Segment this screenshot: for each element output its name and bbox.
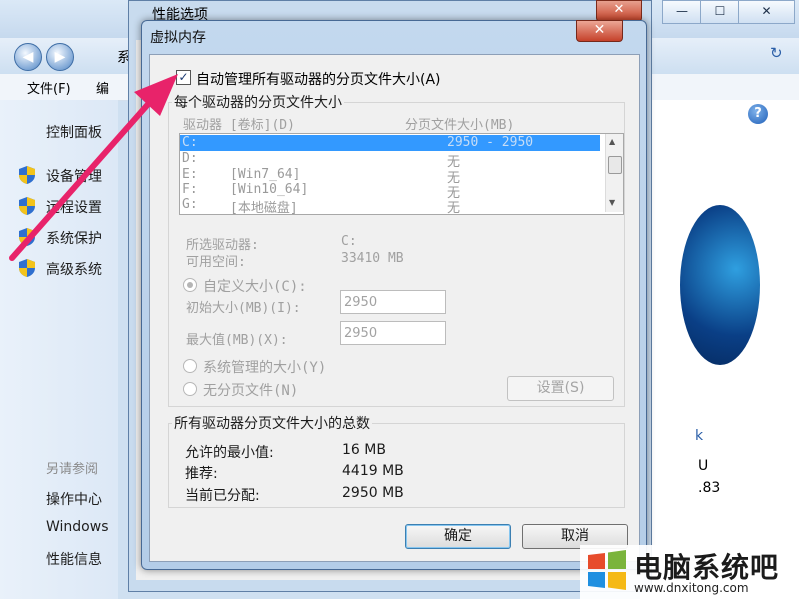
free-space-value: 33410 MB xyxy=(341,251,404,266)
sidebar-link-windows[interactable]: Windows xyxy=(46,519,109,535)
custom-size-label[interactable]: 自定义大小(C): xyxy=(203,276,307,296)
auto-manage-checkbox[interactable]: ✓ xyxy=(176,70,191,85)
explorer-close-button[interactable]: ✕ xyxy=(738,0,795,24)
sidebar-home[interactable]: 控制面板 xyxy=(46,122,102,142)
sidebar-item-remote[interactable]: 远程设置 xyxy=(46,197,102,217)
drive-label: [本地磁盘] xyxy=(230,201,298,216)
min-allowed-label: 允许的最小值: xyxy=(185,445,274,461)
watermark-logo-icon xyxy=(588,550,626,590)
sidebar-link-action-center[interactable]: 操作中心 xyxy=(46,489,102,509)
content-fragment-1: k xyxy=(695,428,704,444)
perf-close-button[interactable]: ✕ xyxy=(596,0,642,22)
drive-letter: D: xyxy=(182,151,198,166)
scroll-thumb[interactable] xyxy=(608,156,622,174)
sidebar-link-performance[interactable]: 性能信息 xyxy=(46,549,102,569)
system-managed-label[interactable]: 系统管理的大小(Y) xyxy=(203,357,326,377)
min-allowed-value: 16 MB xyxy=(342,442,386,458)
drive-size: 2950 - 2950 xyxy=(447,135,534,150)
no-paging-label[interactable]: 无分页文件(N) xyxy=(203,380,298,400)
drive-column-header: 驱动器 [卷标](D) xyxy=(183,118,295,133)
list-item[interactable]: F: [Win10_64] 无 xyxy=(180,182,600,201)
scroll-up-icon[interactable]: ▲ xyxy=(609,137,615,146)
menu-edit[interactable]: 编 xyxy=(96,78,109,97)
back-button[interactable]: ◀ xyxy=(14,43,42,71)
refresh-icon[interactable]: ↻ xyxy=(770,44,783,62)
ok-button[interactable]: 确定 xyxy=(405,524,511,549)
max-size-field[interactable]: 2950 xyxy=(340,321,446,345)
dialog-close-button[interactable]: ✕ xyxy=(576,20,623,42)
initial-size-label: 初始大小(MB)(I): xyxy=(186,301,301,316)
see-also-heading: 另请参阅 xyxy=(46,462,99,477)
auto-manage-label[interactable]: 自动管理所有驱动器的分页文件大小(A) xyxy=(196,69,441,89)
drive-letter: F: xyxy=(182,182,198,197)
list-item[interactable]: C: 2950 - 2950 xyxy=(180,135,600,151)
free-space-label: 可用空间: xyxy=(186,255,246,270)
no-paging-radio[interactable] xyxy=(183,382,197,396)
drive-label: [Win7_64] xyxy=(230,167,301,182)
recommended-label: 推荐: xyxy=(185,466,218,482)
sidebar-item-device-manager[interactable]: 设备管理 xyxy=(46,166,102,186)
per-drive-group-title: 每个驱动器的分页文件大小 xyxy=(172,92,344,112)
drive-letter: E: xyxy=(182,167,198,182)
shield-icon xyxy=(19,228,35,246)
set-button[interactable]: 设置(S) xyxy=(507,376,614,401)
max-size-label: 最大值(MB)(X): xyxy=(186,333,288,348)
content-fragment-3: .83 xyxy=(698,480,721,496)
drive-letter: G: xyxy=(182,197,198,212)
shield-icon xyxy=(19,166,35,184)
totals-group-title: 所有驱动器分页文件大小的总数 xyxy=(172,413,372,433)
watermark-url: www.dnxitong.com xyxy=(634,581,749,595)
dialog-title: 虚拟内存 xyxy=(150,30,206,46)
list-item[interactable]: G: [本地磁盘] 无 xyxy=(180,197,600,216)
scroll-down-icon[interactable]: ▼ xyxy=(609,198,615,207)
custom-size-radio[interactable] xyxy=(183,278,197,292)
drive-size: 无 xyxy=(447,201,461,216)
list-item[interactable]: D: 无 xyxy=(180,151,600,170)
system-managed-radio[interactable] xyxy=(183,359,197,373)
sidebar-item-advanced[interactable]: 高级系统 xyxy=(46,259,102,279)
shield-icon xyxy=(19,259,35,277)
selected-drive-value: C: xyxy=(341,234,357,249)
initial-size-field[interactable]: 2950 xyxy=(340,290,446,314)
drive-list[interactable]: C: 2950 - 2950 D: 无 E: [Win7_64] 无 F: [W… xyxy=(179,133,624,216)
sidebar-item-protection[interactable]: 系统保护 xyxy=(46,228,102,248)
size-column-header: 分页文件大小(MB) xyxy=(405,118,515,133)
help-icon[interactable]: ? xyxy=(748,104,768,124)
list-scrollbar[interactable]: ▲ ▼ xyxy=(605,134,623,212)
shield-icon xyxy=(19,197,35,215)
drive-label: [Win10_64] xyxy=(230,182,309,197)
forward-button[interactable]: ▶ xyxy=(46,43,74,71)
windows-logo-icon xyxy=(680,205,760,365)
menu-file[interactable]: 文件(F) xyxy=(27,78,71,97)
drive-letter: C: xyxy=(182,135,198,150)
list-item[interactable]: E: [Win7_64] 无 xyxy=(180,167,600,186)
content-fragment-2: U xyxy=(698,458,709,474)
maximize-button[interactable]: ☐ xyxy=(700,0,740,24)
allocated-label: 当前已分配: xyxy=(185,488,260,504)
minimize-button[interactable]: — xyxy=(662,0,702,24)
recommended-value: 4419 MB xyxy=(342,463,404,479)
allocated-value: 2950 MB xyxy=(342,485,404,501)
watermark-name: 电脑系统吧 xyxy=(634,551,780,584)
